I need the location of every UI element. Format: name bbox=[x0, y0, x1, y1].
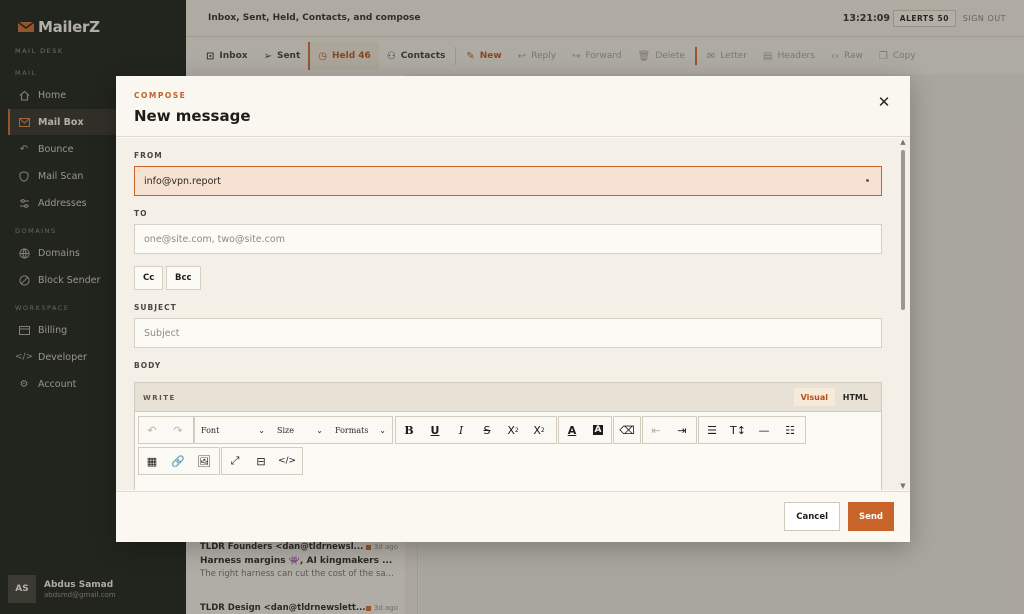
text-color-icon[interactable]: A bbox=[559, 417, 585, 443]
text-style-group: B U I S X2 X2 bbox=[395, 416, 557, 444]
history-group: ↶ ↷ bbox=[138, 416, 194, 444]
tab-visual[interactable]: Visual bbox=[793, 388, 835, 406]
view-group: ⤢ ⊟ </> bbox=[221, 447, 303, 475]
bcc-button[interactable]: Bcc bbox=[166, 266, 201, 290]
to-field[interactable]: one@site.com, two@site.com bbox=[134, 224, 882, 254]
from-select[interactable]: info@vpn.report bbox=[134, 166, 882, 196]
compose-kicker: COMPOSE bbox=[134, 91, 187, 100]
link-icon[interactable]: 🔗 bbox=[165, 448, 191, 474]
line-height-icon[interactable]: T↕ bbox=[725, 417, 751, 443]
redo-icon[interactable]: ↷ bbox=[165, 417, 191, 443]
source-code-icon[interactable]: </> bbox=[274, 448, 300, 474]
formats-select[interactable]: Formats ⌄ bbox=[329, 417, 392, 443]
tab-html[interactable]: HTML bbox=[836, 388, 875, 406]
compose-header: COMPOSE New message ✕ bbox=[116, 76, 910, 137]
font-select-label: Font bbox=[201, 425, 220, 435]
close-icon[interactable]: ✕ bbox=[876, 93, 892, 111]
indent-icon[interactable]: ⇥ bbox=[669, 417, 695, 443]
paragraph-group: ☰ T↕ — ☷ bbox=[698, 416, 806, 444]
superscript-icon[interactable]: X2 bbox=[526, 417, 552, 443]
dropdown-indicator-icon bbox=[866, 179, 869, 182]
write-label: WRITE bbox=[143, 394, 176, 402]
compose-footer: Cancel Send bbox=[116, 491, 910, 542]
body-label: BODY bbox=[134, 361, 162, 370]
rich-text-editor: WRITE Visual HTML ↶ ↷ Font ⌄ Size ⌄ Format… bbox=[134, 382, 882, 490]
subject-field[interactable]: Subject bbox=[134, 318, 882, 348]
outdent-icon[interactable]: ⇤ bbox=[643, 417, 669, 443]
align-left-icon[interactable]: ☰ bbox=[699, 417, 725, 443]
eraser-icon[interactable]: ⌫ bbox=[614, 417, 640, 443]
send-button[interactable]: Send bbox=[847, 502, 894, 531]
scroll-up-icon[interactable]: ▲ bbox=[899, 138, 907, 146]
compose-scrollbar[interactable]: ▲ ▼ bbox=[898, 138, 908, 490]
editor-header: WRITE Visual HTML bbox=[135, 383, 881, 412]
to-placeholder: one@site.com, two@site.com bbox=[144, 233, 285, 245]
scroll-thumb[interactable] bbox=[901, 150, 905, 310]
clear-group: ⌫ bbox=[613, 416, 641, 444]
horizontal-rule-icon[interactable]: — bbox=[751, 417, 777, 443]
subject-label: SUBJECT bbox=[134, 303, 177, 312]
italic-icon[interactable]: I bbox=[448, 417, 474, 443]
font-select[interactable]: Font ⌄ bbox=[195, 417, 271, 443]
compose-body: FROM info@vpn.report TO one@site.com, tw… bbox=[116, 138, 910, 490]
compose-title: New message bbox=[134, 107, 251, 125]
underline-icon[interactable]: U bbox=[422, 417, 448, 443]
select-group: Font ⌄ Size ⌄ Formats ⌄ bbox=[194, 416, 393, 444]
image-icon[interactable]: 🖼 bbox=[191, 448, 217, 474]
indent-group: ⇤ ⇥ bbox=[642, 416, 697, 444]
fullscreen-icon[interactable]: ⤢ bbox=[222, 448, 248, 474]
subject-placeholder: Subject bbox=[144, 327, 180, 339]
insert-group: ▦ 🔗 🖼 bbox=[138, 447, 220, 475]
show-blocks-icon[interactable]: ⊟ bbox=[248, 448, 274, 474]
table-icon[interactable]: ▦ bbox=[139, 448, 165, 474]
compose-dialog: COMPOSE New message ✕ FROM info@vpn.repo… bbox=[116, 76, 910, 542]
formats-select-label: Formats bbox=[335, 425, 369, 435]
subscript-icon[interactable]: X2 bbox=[500, 417, 526, 443]
size-select-label: Size bbox=[277, 425, 294, 435]
undo-icon[interactable]: ↶ bbox=[139, 417, 165, 443]
from-label: FROM bbox=[134, 151, 163, 160]
cancel-button[interactable]: Cancel bbox=[784, 502, 840, 531]
chevron-down-icon: ⌄ bbox=[379, 425, 386, 435]
color-group: A A bbox=[558, 416, 612, 444]
chevron-down-icon: ⌄ bbox=[258, 425, 265, 435]
scroll-down-icon[interactable]: ▼ bbox=[899, 482, 907, 490]
size-select[interactable]: Size ⌄ bbox=[271, 417, 329, 443]
chevron-down-icon: ⌄ bbox=[316, 425, 323, 435]
strikethrough-icon[interactable]: S bbox=[474, 417, 500, 443]
from-value: info@vpn.report bbox=[144, 175, 222, 187]
cc-button[interactable]: Cc bbox=[134, 266, 164, 290]
to-label: TO bbox=[134, 209, 148, 218]
ordered-list-icon[interactable]: ☷ bbox=[777, 417, 803, 443]
bold-icon[interactable]: B bbox=[396, 417, 422, 443]
highlight-color-icon[interactable]: A bbox=[585, 417, 611, 443]
